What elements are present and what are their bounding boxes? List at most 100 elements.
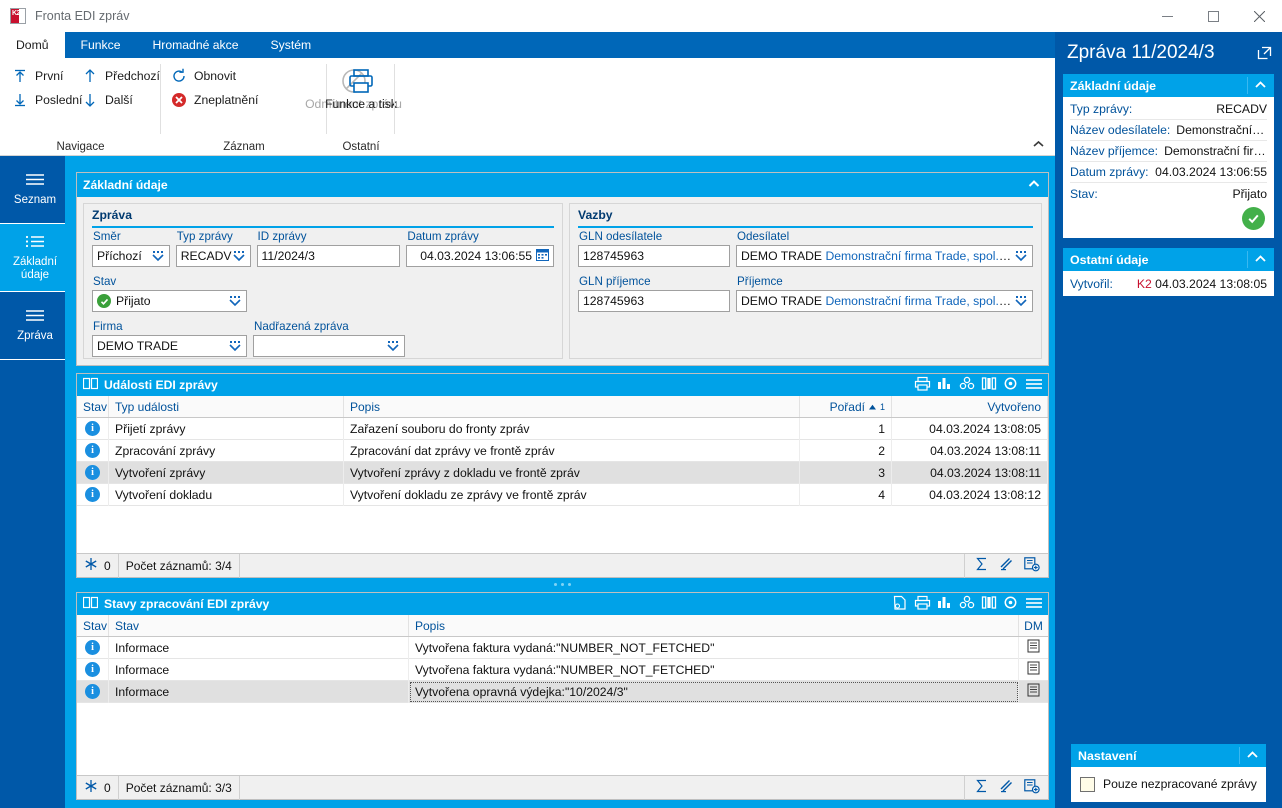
chevron-down-icon[interactable] [151,250,165,262]
chart-bar-icon[interactable] [937,595,953,614]
cell-dm[interactable] [1019,659,1048,681]
filter-indicator[interactable]: 0 [77,776,119,800]
sidebar-item-seznam[interactable]: Seznam [0,156,70,224]
command-posledni[interactable]: Poslední [12,92,82,108]
sidebar-item-zprava[interactable]: Zpráva [0,292,70,360]
chevron-down-icon[interactable] [1014,295,1028,307]
chevron-up-icon[interactable] [1253,252,1268,269]
chevron-up-icon[interactable] [1026,176,1042,195]
command-prvni[interactable]: První [12,68,63,84]
hamburger-icon[interactable] [1025,376,1043,395]
chevron-down-icon[interactable] [232,250,246,262]
nadrazena-zprava-select[interactable] [253,335,405,357]
tab-domu[interactable]: Domů [0,32,65,58]
chevron-down-icon[interactable] [386,340,400,352]
gln-odesilatele-input[interactable]: 128745963 [578,245,730,267]
table-row[interactable]: i Zpracování zprávy Zpracování dat zpráv… [77,440,1048,462]
table-row[interactable]: i Informace Vytvořena faktura vydaná:"NU… [77,659,1048,681]
field-id-zpravy: ID zprávy 11/2024/3 [257,230,401,267]
command-dalsi[interactable]: Další [82,92,133,108]
column-header-poradi[interactable]: Pořadí 1 [800,396,892,417]
open-external-icon[interactable] [1257,45,1272,67]
chevron-down-icon[interactable] [1014,250,1028,262]
command-funkce-a-tisk[interactable]: Funkce a tisk [327,66,395,111]
hamburger-icon[interactable] [1025,595,1043,614]
datum-zpravy-input[interactable]: 04.03.2024 13:06:55 [406,245,554,267]
chevron-up-icon[interactable] [1245,748,1260,765]
columns-icon[interactable] [981,595,997,614]
column-header-dm[interactable]: DM [1019,615,1048,636]
table-row[interactable]: i Vytvoření dokladu Vytvoření dokladu ze… [77,484,1048,506]
command-predchozi[interactable]: Předchozí [82,68,160,84]
printer-icon[interactable] [914,595,931,614]
grid-splitter[interactable] [76,580,1049,588]
pencil-icon[interactable] [999,779,1014,796]
tab-hromadne-akce[interactable]: Hromadné akce [136,32,254,58]
chevron-up-icon[interactable] [1253,78,1268,95]
filter-count: 0 [104,781,111,795]
column-header-stav[interactable]: Stav [77,396,109,417]
table-row[interactable]: i Přijetí zprávy Zařazení souboru do fro… [77,418,1048,440]
printer-icon[interactable] [914,376,931,395]
column-header-popis[interactable]: Popis [344,396,800,417]
chevron-down-icon[interactable] [228,340,242,352]
table-row[interactable]: i Vytvoření zprávy Vytvoření zprávy z do… [77,462,1048,484]
tab-system[interactable]: Systém [255,32,328,58]
filter-indicator[interactable]: 0 [77,554,119,578]
column-header-popis[interactable]: Popis [409,615,1019,636]
ribbon-collapse-button[interactable] [1032,139,1045,151]
gear-icon[interactable] [1003,376,1019,395]
column-header-stav[interactable]: Stav [109,615,409,636]
cell-popis: Vytvořena opravná výdejka:"10/2024/3" [409,681,1019,703]
setting-row[interactable]: Pouze nezpracované zprávy [1078,771,1259,797]
smer-select[interactable]: Příchozí [92,245,170,267]
checkbox-pouze-nezpracovane[interactable] [1080,777,1095,792]
chevron-down-icon[interactable] [228,295,242,307]
new-record-icon[interactable] [1024,557,1040,575]
firma-select[interactable]: DEMO TRADE [92,335,247,357]
sidebar-item-zakladni-udaje[interactable]: Základní údaje [0,224,70,292]
field-value: 128745963 [583,294,725,308]
minimize-button[interactable] [1144,0,1190,32]
field-label: GLN odesílatele [578,230,730,243]
right-section-header[interactable]: Nastavení [1071,744,1266,767]
command-zneplatneni[interactable]: Zneplatnění [171,92,258,108]
columns-icon[interactable] [981,376,997,395]
right-section-header[interactable]: Ostatní údaje [1063,248,1274,271]
id-zpravy-input[interactable]: 11/2024/3 [257,245,401,267]
odesilatel-select[interactable]: DEMO TRADE Demonstrační firma Trade, spo… [736,245,1033,267]
tab-funkce[interactable]: Funkce [65,32,137,58]
column-header-vytvoreno[interactable]: Vytvořeno [892,396,1048,417]
prijemce-composite: DEMO TRADE Demonstrační firma Trade, spo… [741,294,1014,308]
sigma-icon[interactable] [975,557,989,574]
column-header-typ-udalosti[interactable]: Typ události [109,396,344,417]
column-header-stav-icon[interactable]: Stav [77,615,109,636]
stav-select[interactable]: Přijato [92,290,247,312]
sigma-icon[interactable] [975,779,989,796]
pivot-icon[interactable] [959,595,975,614]
pivot-icon[interactable] [959,376,975,395]
new-record-icon[interactable] [1024,779,1040,797]
cell-dm[interactable] [1019,637,1048,659]
gln-prijemce-input[interactable]: 128745963 [578,290,730,312]
table-row[interactable]: i Informace Vytvořena opravná výdejka:"1… [77,681,1048,703]
command-obnovit[interactable]: Obnovit [171,68,236,84]
right-section-header[interactable]: Základní údaje [1063,74,1274,97]
pencil-icon[interactable] [999,557,1014,574]
calendar-icon[interactable] [536,248,549,264]
preview-icon[interactable] [892,595,908,614]
close-button[interactable] [1236,0,1282,32]
basic-data-panel: Základní údaje Zpráva Směr Příchozí [76,172,1049,366]
table-row[interactable]: i Informace Vytvořena faktura vydaná:"NU… [77,637,1048,659]
typ-zpravy-select[interactable]: RECADV [176,245,251,267]
prijemce-select[interactable]: DEMO TRADE Demonstrační firma Trade, spo… [736,290,1033,312]
chart-bar-icon[interactable] [937,376,953,395]
list-lines-icon [22,308,48,325]
gear-icon[interactable] [1003,595,1019,614]
maximize-button[interactable] [1190,0,1236,32]
cell-dm[interactable] [1019,681,1048,703]
states-grid-columns: Stav Stav Popis DM [77,615,1048,637]
cell-vytvoreno: 04.03.2024 13:08:12 [892,484,1048,506]
list-lines-icon [22,172,48,189]
states-grid-toolbar [892,595,1043,614]
